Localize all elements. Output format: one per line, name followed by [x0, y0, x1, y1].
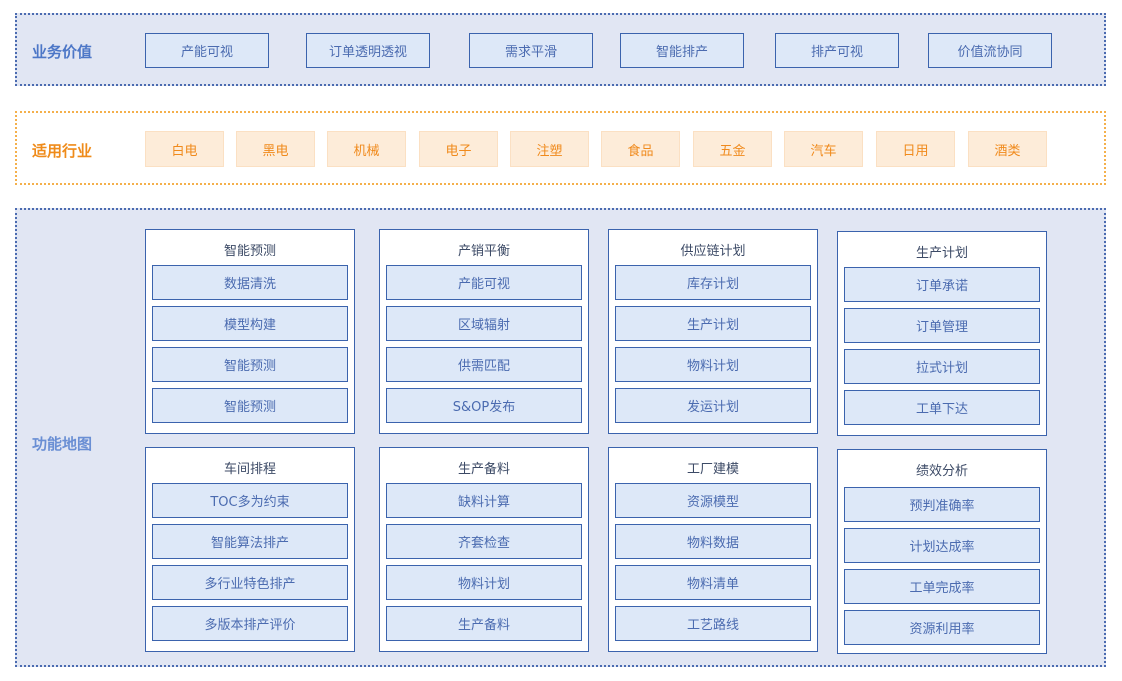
- module-item: 产能可视: [386, 265, 582, 300]
- module-item: TOC多为约束: [152, 483, 348, 518]
- module-item: 库存计划: [615, 265, 811, 300]
- business-value-item: 产能可视: [145, 33, 269, 68]
- module-item: 物料清单: [615, 565, 811, 600]
- module-item: 物料计划: [615, 347, 811, 382]
- module-item: 齐套检查: [386, 524, 582, 559]
- module-item: 计划达成率: [844, 528, 1040, 563]
- business-value-band: 业务价值 产能可视 订单透明透视 需求平滑 智能排产 排产可视 价值流协同: [15, 13, 1106, 86]
- industry-item: 日用: [876, 131, 955, 167]
- industry-item: 黑电: [236, 131, 315, 167]
- module-item: 订单承诺: [844, 267, 1040, 302]
- industry-item: 酒类: [968, 131, 1047, 167]
- business-value-item: 订单透明透视: [306, 33, 430, 68]
- industry-item: 电子: [419, 131, 498, 167]
- business-value-label: 业务价值: [32, 43, 93, 61]
- module-title: 智能预测: [223, 244, 276, 259]
- module-item: S&OP发布: [386, 388, 582, 423]
- module-title: 产销平衡: [457, 244, 510, 259]
- business-value-item: 需求平滑: [469, 33, 593, 68]
- module-item: 智能预测: [152, 388, 348, 423]
- module-item: 智能算法排产: [152, 524, 348, 559]
- module-item: 发运计划: [615, 388, 811, 423]
- module-item: 物料计划: [386, 565, 582, 600]
- module-title: 车间排程: [223, 462, 276, 477]
- module-smart-forecast: 智能预测 数据清洗 模型构建 智能预测 智能预测: [145, 229, 355, 434]
- industries-band: 适用行业 白电 黑电 机械 电子 注塑 食品 五金 汽车 日用 酒类: [15, 111, 1106, 185]
- business-value-item: 排产可视: [775, 33, 899, 68]
- module-item: 多版本排产评价: [152, 606, 348, 641]
- module-production-plan: 生产计划 订单承诺 订单管理 拉式计划 工单下达: [837, 231, 1047, 436]
- module-item: 供需匹配: [386, 347, 582, 382]
- industry-item: 注塑: [510, 131, 589, 167]
- function-map-label: 功能地图: [32, 435, 93, 453]
- module-item: 资源模型: [615, 483, 811, 518]
- module-item: 拉式计划: [844, 349, 1040, 384]
- module-item: 区域辐射: [386, 306, 582, 341]
- module-item: 数据清洗: [152, 265, 348, 300]
- module-performance-analysis: 绩效分析 预判准确率 计划达成率 工单完成率 资源利用率: [837, 449, 1047, 654]
- module-item: 预判准确率: [844, 487, 1040, 522]
- industry-item: 食品: [601, 131, 680, 167]
- module-workshop-scheduling: 车间排程 TOC多为约束 智能算法排产 多行业特色排产 多版本排产评价: [145, 447, 355, 652]
- module-item: 生产计划: [615, 306, 811, 341]
- module-item: 订单管理: [844, 308, 1040, 343]
- function-map-band: 功能地图 智能预测 数据清洗 模型构建 智能预测 智能预测 产销平衡 产能可视 …: [15, 208, 1106, 667]
- module-item: 生产备料: [386, 606, 582, 641]
- business-value-item: 价值流协同: [928, 33, 1052, 68]
- module-item: 多行业特色排产: [152, 565, 348, 600]
- module-sales-balance: 产销平衡 产能可视 区域辐射 供需匹配 S&OP发布: [379, 229, 589, 434]
- module-item: 工单下达: [844, 390, 1040, 425]
- module-item: 缺料计算: [386, 483, 582, 518]
- module-title: 供应链计划: [680, 244, 746, 259]
- module-item: 工单完成率: [844, 569, 1040, 604]
- module-title: 绩效分析: [915, 464, 968, 479]
- industries-label: 适用行业: [32, 142, 93, 160]
- module-title: 生产备料: [457, 462, 510, 477]
- module-title: 工厂建模: [686, 462, 739, 477]
- module-item: 资源利用率: [844, 610, 1040, 645]
- module-item: 物料数据: [615, 524, 811, 559]
- module-item: 智能预测: [152, 347, 348, 382]
- industry-item: 机械: [327, 131, 406, 167]
- business-value-item: 智能排产: [620, 33, 744, 68]
- industry-item: 白电: [145, 131, 224, 167]
- module-title: 生产计划: [915, 246, 968, 261]
- module-supply-chain-plan: 供应链计划 库存计划 生产计划 物料计划 发运计划: [608, 229, 818, 434]
- module-item: 模型构建: [152, 306, 348, 341]
- module-item: 工艺路线: [615, 606, 811, 641]
- industry-item: 五金: [693, 131, 772, 167]
- module-production-materials: 生产备料 缺料计算 齐套检查 物料计划 生产备料: [379, 447, 589, 652]
- industry-item: 汽车: [784, 131, 863, 167]
- module-factory-modeling: 工厂建模 资源模型 物料数据 物料清单 工艺路线: [608, 447, 818, 652]
